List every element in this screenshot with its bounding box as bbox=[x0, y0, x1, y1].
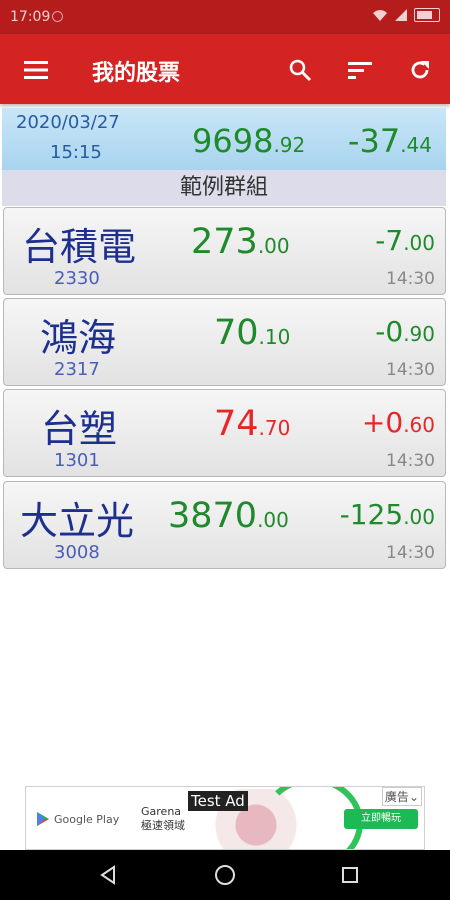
group-header[interactable]: 範例群組 bbox=[2, 170, 446, 206]
stock-row[interactable]: 台塑 1301 74.70 +0.60 14:30 bbox=[3, 389, 446, 477]
system-nav-bar bbox=[0, 850, 450, 900]
stock-row[interactable]: 大立光 3008 3870.00 -125.00 14:30 bbox=[3, 481, 446, 569]
sort-icon[interactable] bbox=[344, 54, 376, 86]
stock-row[interactable]: 台積電 2330 273.00 -7.00 14:30 bbox=[3, 207, 446, 295]
stock-change: -125.00 bbox=[339, 498, 435, 531]
back-icon[interactable] bbox=[95, 862, 121, 888]
stock-price: 273.00 bbox=[191, 222, 290, 262]
chevron-down-icon: ⌄ bbox=[408, 790, 419, 804]
stock-time: 14:30 bbox=[386, 451, 435, 471]
recents-icon[interactable] bbox=[337, 862, 363, 888]
stock-name: 鴻海 bbox=[40, 316, 117, 360]
stock-price: 74.70 bbox=[214, 404, 291, 444]
stock-name: 大立光 bbox=[20, 499, 135, 543]
home-icon[interactable] bbox=[212, 862, 238, 888]
index-value: 9698.92 bbox=[192, 122, 306, 160]
ad-label[interactable]: 廣告⌄ bbox=[381, 787, 422, 806]
stock-name: 台塑 bbox=[41, 407, 118, 451]
ad-banner[interactable]: Google Play Garena 極速領域 立即暢玩 廣告⌄ Test Ad bbox=[25, 786, 425, 850]
signal-icon bbox=[395, 9, 407, 21]
stock-name: 台積電 bbox=[22, 225, 137, 269]
status-bar: 17:09 bbox=[0, 0, 450, 34]
google-play-icon bbox=[37, 812, 49, 826]
app-bar: 我的股票 bbox=[0, 34, 450, 104]
stock-price: 3870.00 bbox=[168, 496, 289, 536]
stock-time: 14:30 bbox=[386, 269, 435, 289]
status-time: 17:09 bbox=[10, 9, 51, 25]
index-change: -37.44 bbox=[347, 122, 432, 160]
test-ad-label: Test Ad bbox=[188, 791, 248, 811]
notification-icon bbox=[52, 11, 63, 22]
google-play-badge: Google Play bbox=[36, 811, 119, 827]
summary-date: 2020/03/27 bbox=[16, 112, 120, 133]
ad-cta-button[interactable]: 立即暢玩 bbox=[344, 809, 418, 829]
refresh-icon[interactable] bbox=[404, 54, 436, 86]
summary-time: 15:15 bbox=[50, 142, 102, 163]
menu-icon[interactable] bbox=[20, 54, 52, 86]
status-icons bbox=[372, 8, 440, 22]
ad-brand: Garena 極速領域 bbox=[141, 805, 185, 832]
stock-time: 14:30 bbox=[386, 543, 435, 563]
wifi-icon bbox=[373, 10, 387, 21]
stock-price: 70.10 bbox=[214, 313, 291, 353]
stock-change: -7.00 bbox=[375, 224, 435, 257]
stock-row[interactable]: 鴻海 2317 70.10 -0.90 14:30 bbox=[3, 298, 446, 386]
stock-change: -0.90 bbox=[375, 315, 435, 348]
market-summary[interactable]: 2020/03/27 15:15 9698.92 -37.44 bbox=[2, 108, 446, 171]
stock-change: +0.60 bbox=[361, 406, 435, 439]
battery-icon bbox=[414, 8, 440, 22]
stock-code: 2330 bbox=[54, 268, 100, 289]
stock-code: 1301 bbox=[54, 450, 100, 471]
search-icon[interactable] bbox=[284, 54, 316, 86]
stock-code: 3008 bbox=[54, 542, 100, 563]
stock-code: 2317 bbox=[54, 359, 100, 380]
page-title: 我的股票 bbox=[92, 61, 181, 86]
stock-time: 14:30 bbox=[386, 360, 435, 380]
